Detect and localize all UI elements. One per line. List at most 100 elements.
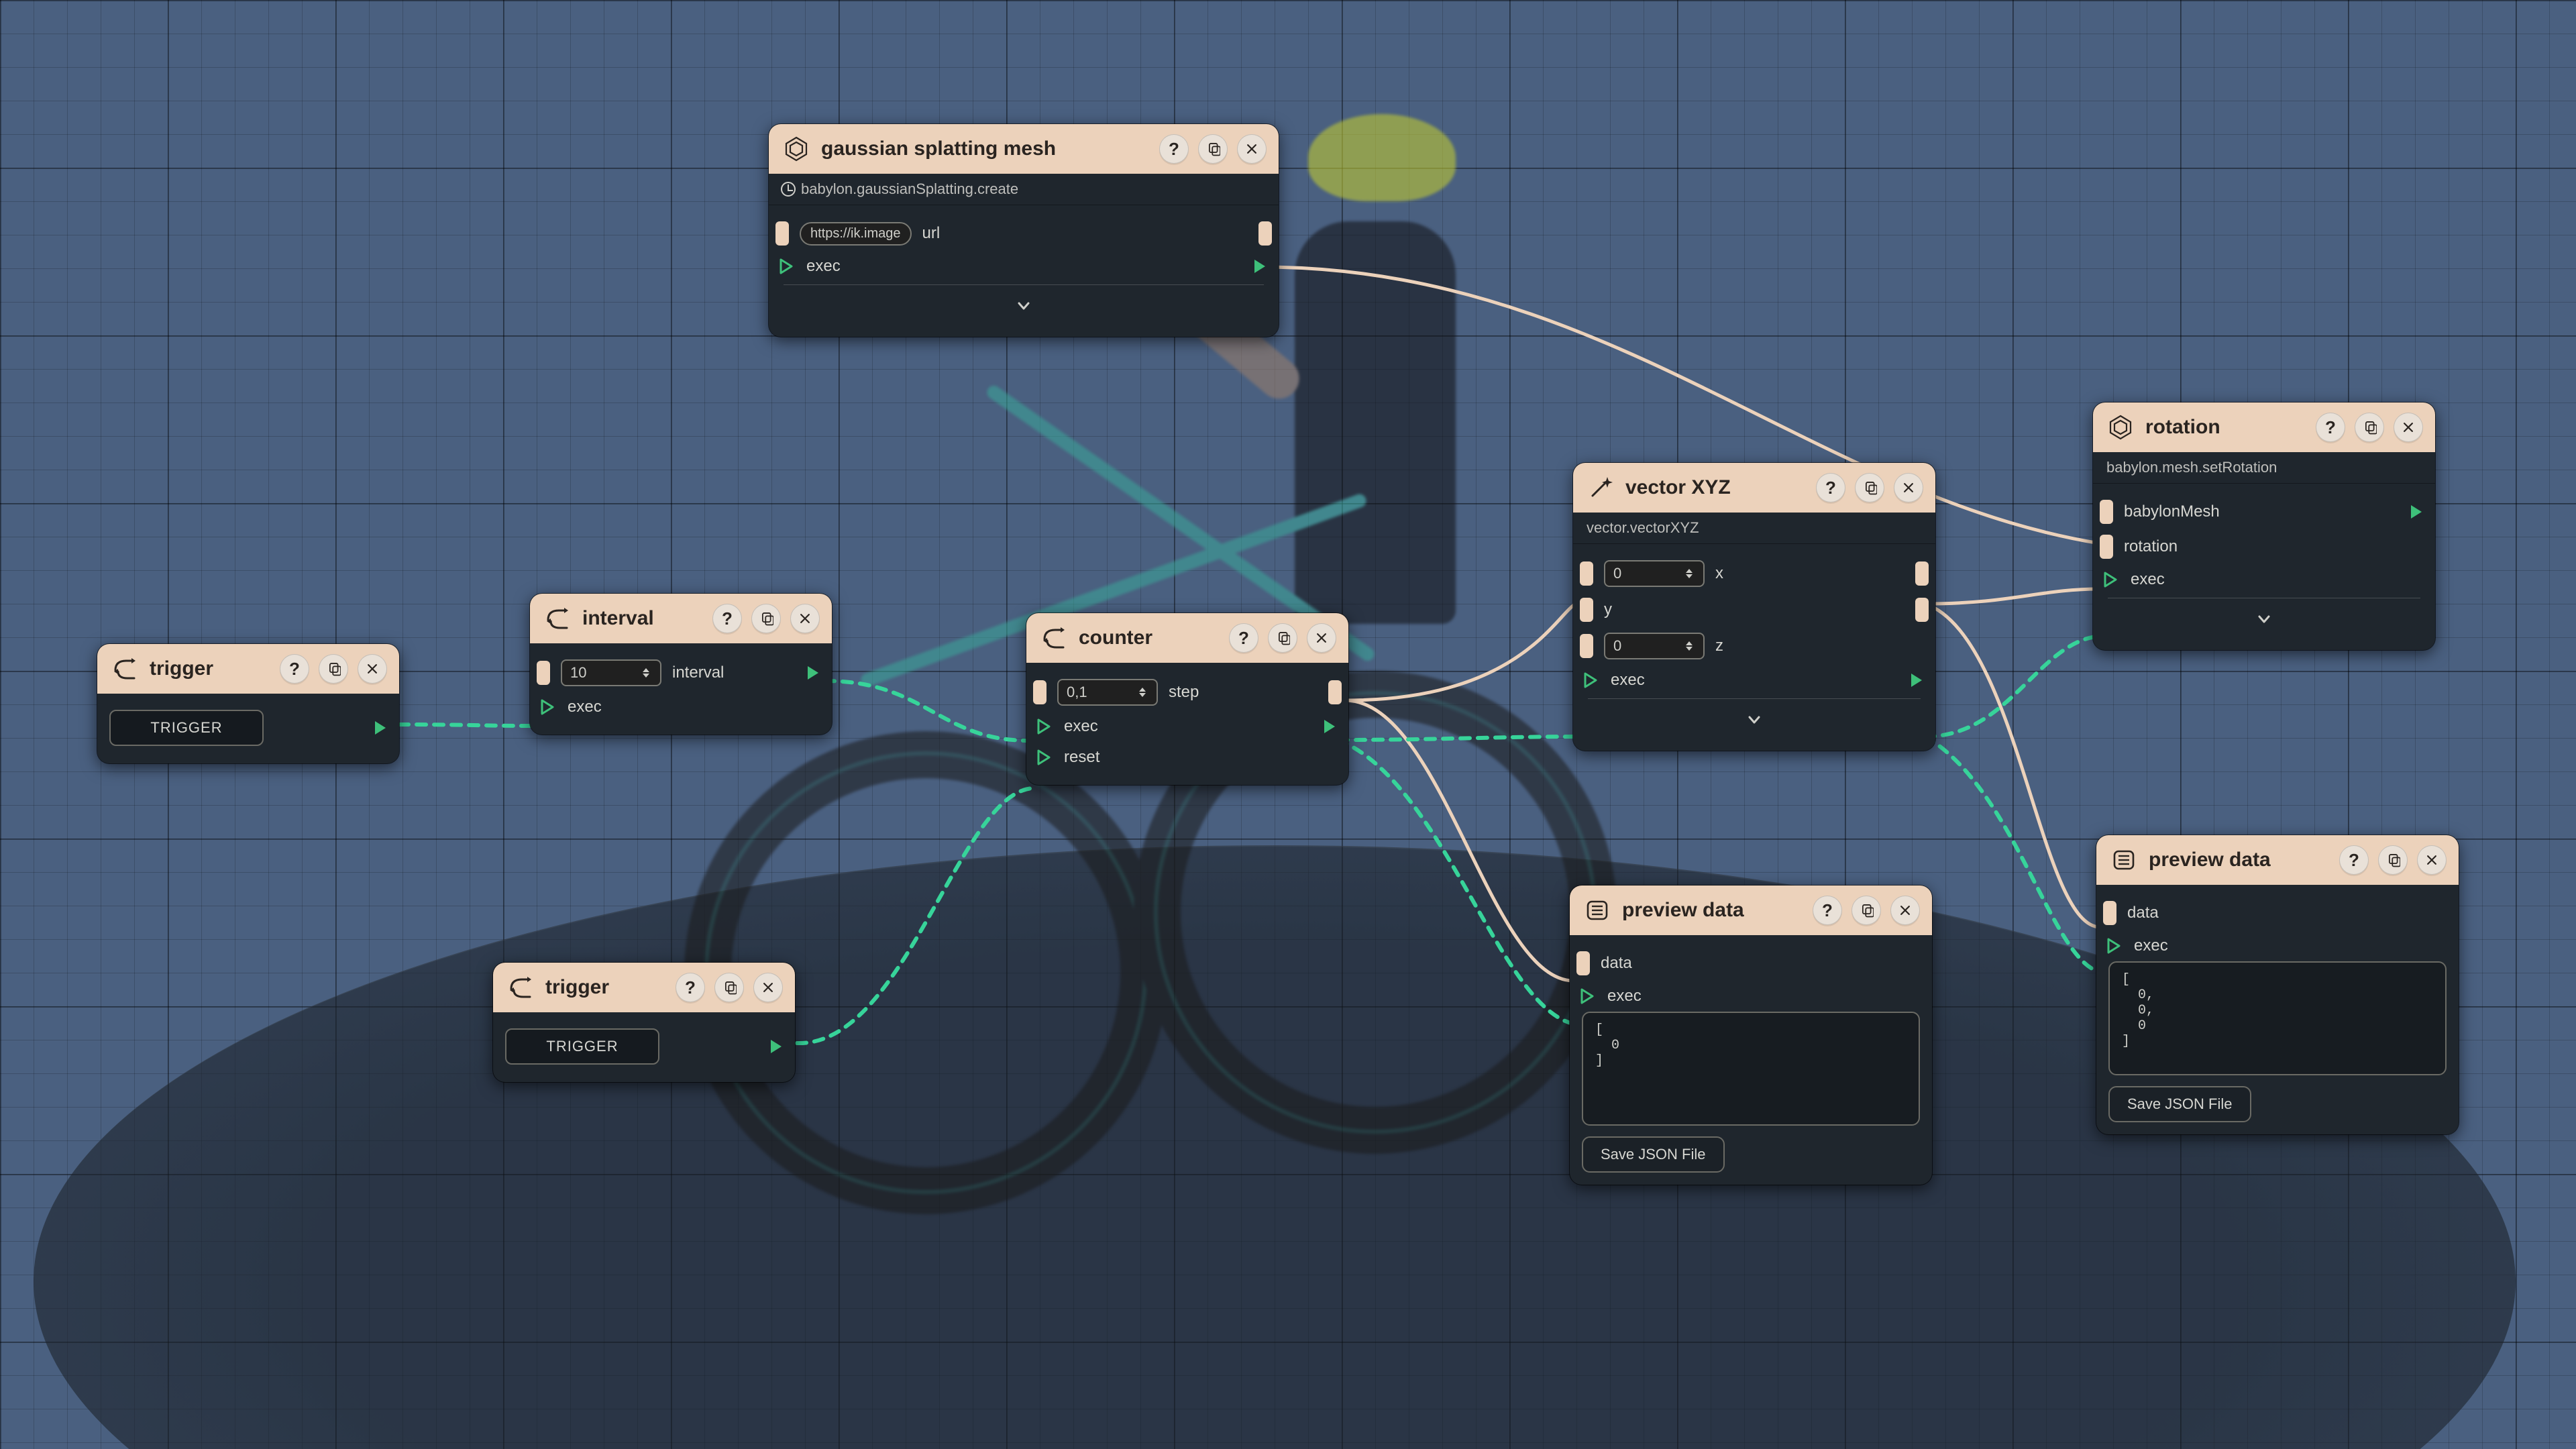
help-button[interactable]: ? bbox=[1816, 473, 1845, 502]
node-header[interactable]: vector XYZ ? bbox=[1573, 463, 1935, 513]
input-port-mesh[interactable] bbox=[2100, 500, 2113, 524]
node-header[interactable]: gaussian splatting mesh ? bbox=[769, 124, 1279, 174]
help-button[interactable]: ? bbox=[280, 654, 309, 684]
help-button[interactable]: ? bbox=[2339, 845, 2369, 875]
node-interval[interactable]: interval ? 10 interval exec bbox=[530, 594, 832, 735]
copy-button[interactable] bbox=[714, 973, 744, 1002]
input-port-interval[interactable] bbox=[537, 661, 550, 685]
exec-port-in[interactable] bbox=[1579, 987, 1597, 1005]
url-input[interactable]: https://ik.image bbox=[800, 222, 912, 246]
expand-button[interactable] bbox=[2105, 606, 2423, 638]
node-title: preview data bbox=[2149, 849, 2330, 871]
help-button[interactable]: ? bbox=[676, 973, 705, 1002]
exec-port-in[interactable] bbox=[2106, 937, 2123, 955]
close-button[interactable] bbox=[1237, 134, 1267, 164]
node-preview-data-2[interactable]: preview data ? data exec [ 0, 0, 0 ] Sav… bbox=[2096, 835, 2459, 1134]
node-header[interactable]: rotation ? bbox=[2093, 402, 2435, 452]
exec-port-out[interactable] bbox=[768, 1038, 786, 1055]
exec-port-in[interactable] bbox=[2102, 571, 2120, 588]
wand-icon bbox=[1585, 472, 1616, 503]
node-title: preview data bbox=[1622, 899, 1803, 922]
interval-input[interactable]: 10 bbox=[561, 659, 661, 686]
reset-port-in[interactable] bbox=[1036, 749, 1053, 766]
exec-port-out[interactable] bbox=[1322, 718, 1339, 735]
loop-icon bbox=[109, 653, 140, 684]
node-gaussian-splatting[interactable]: gaussian splatting mesh ? babylon.gaussi… bbox=[769, 124, 1279, 337]
help-button[interactable]: ? bbox=[712, 604, 742, 633]
close-button[interactable] bbox=[358, 654, 387, 684]
exec-port-in[interactable] bbox=[778, 258, 796, 275]
exec-port-out[interactable] bbox=[805, 664, 822, 682]
exec-port-out[interactable] bbox=[372, 719, 390, 737]
close-button[interactable] bbox=[2417, 845, 2447, 875]
lines-icon bbox=[2108, 845, 2139, 875]
help-button[interactable]: ? bbox=[1813, 896, 1842, 925]
node-header[interactable]: trigger ? bbox=[493, 963, 795, 1012]
exec-port-out[interactable] bbox=[1909, 672, 1926, 689]
exec-port-out[interactable] bbox=[1252, 258, 1269, 275]
node-vector-xyz[interactable]: vector XYZ ? vector.vectorXYZ 0 x y 0 z … bbox=[1573, 463, 1935, 751]
close-button[interactable] bbox=[1890, 896, 1920, 925]
input-port-rotation[interactable] bbox=[2100, 535, 2113, 559]
step-input[interactable]: 0,1 bbox=[1057, 679, 1158, 706]
node-rotation[interactable]: rotation ? babylon.mesh.setRotation baby… bbox=[2093, 402, 2435, 650]
exec-port-in[interactable] bbox=[539, 698, 557, 716]
input-port-data[interactable] bbox=[1576, 951, 1590, 975]
loop-icon bbox=[505, 972, 536, 1003]
node-header[interactable]: preview data ? bbox=[1570, 885, 1932, 935]
copy-button[interactable] bbox=[1851, 896, 1881, 925]
node-trigger-1[interactable]: trigger ? TRIGGER bbox=[97, 644, 399, 763]
exec-label: exec bbox=[1611, 671, 1645, 690]
save-json-button[interactable]: Save JSON File bbox=[1582, 1136, 1725, 1173]
node-trigger-2[interactable]: trigger ? TRIGGER bbox=[493, 963, 795, 1082]
expand-button[interactable] bbox=[781, 293, 1267, 325]
copy-button[interactable] bbox=[2378, 845, 2408, 875]
x-input[interactable]: 0 bbox=[1604, 560, 1705, 587]
node-header[interactable]: interval ? bbox=[530, 594, 832, 643]
help-button[interactable]: ? bbox=[1229, 623, 1258, 653]
output-port-vector[interactable] bbox=[1915, 561, 1929, 586]
output-port-mesh[interactable] bbox=[1258, 221, 1272, 246]
node-header[interactable]: trigger ? bbox=[97, 644, 399, 694]
exec-label: exec bbox=[568, 698, 602, 716]
node-path: vector.vectorXYZ bbox=[1573, 513, 1935, 544]
input-port-url[interactable] bbox=[775, 221, 789, 246]
exec-port-in[interactable] bbox=[1582, 672, 1600, 689]
close-button[interactable] bbox=[753, 973, 783, 1002]
z-input[interactable]: 0 bbox=[1604, 633, 1705, 659]
mesh-label: babylonMesh bbox=[2124, 502, 2220, 521]
input-port-x[interactable] bbox=[1580, 561, 1593, 586]
copy-button[interactable] bbox=[2355, 413, 2384, 442]
copy-button[interactable] bbox=[751, 604, 781, 633]
close-button[interactable] bbox=[2394, 413, 2423, 442]
expand-button[interactable] bbox=[1585, 707, 1923, 739]
node-title: gaussian splatting mesh bbox=[821, 138, 1150, 160]
help-button[interactable]: ? bbox=[1159, 134, 1189, 164]
node-path: babylon.gaussianSplatting.create bbox=[769, 174, 1279, 205]
input-port-y[interactable] bbox=[1580, 598, 1593, 622]
trigger-button[interactable]: TRIGGER bbox=[505, 1028, 659, 1065]
node-header[interactable]: preview data ? bbox=[2096, 835, 2459, 885]
close-button[interactable] bbox=[790, 604, 820, 633]
close-button[interactable] bbox=[1307, 623, 1336, 653]
input-port-z[interactable] bbox=[1580, 634, 1593, 658]
copy-button[interactable] bbox=[1855, 473, 1884, 502]
input-port-step[interactable] bbox=[1033, 680, 1046, 704]
copy-button[interactable] bbox=[1268, 623, 1297, 653]
copy-button[interactable] bbox=[1198, 134, 1228, 164]
exec-port-in[interactable] bbox=[1036, 718, 1053, 735]
close-button[interactable] bbox=[1894, 473, 1923, 502]
node-counter[interactable]: counter ? 0,1 step exec reset bbox=[1026, 613, 1348, 785]
node-title: trigger bbox=[150, 657, 270, 680]
exec-port-out[interactable] bbox=[2408, 503, 2426, 521]
output-port-count[interactable] bbox=[1328, 680, 1342, 704]
save-json-button[interactable]: Save JSON File bbox=[2108, 1086, 2251, 1122]
trigger-button[interactable]: TRIGGER bbox=[109, 710, 264, 746]
copy-button[interactable] bbox=[319, 654, 348, 684]
help-button[interactable]: ? bbox=[2316, 413, 2345, 442]
lines-icon bbox=[1582, 895, 1613, 926]
node-header[interactable]: counter ? bbox=[1026, 613, 1348, 663]
node-preview-data-1[interactable]: preview data ? data exec [ 0 ] Save JSON… bbox=[1570, 885, 1932, 1185]
input-port-data[interactable] bbox=[2103, 901, 2116, 925]
output-port-y[interactable] bbox=[1915, 598, 1929, 622]
